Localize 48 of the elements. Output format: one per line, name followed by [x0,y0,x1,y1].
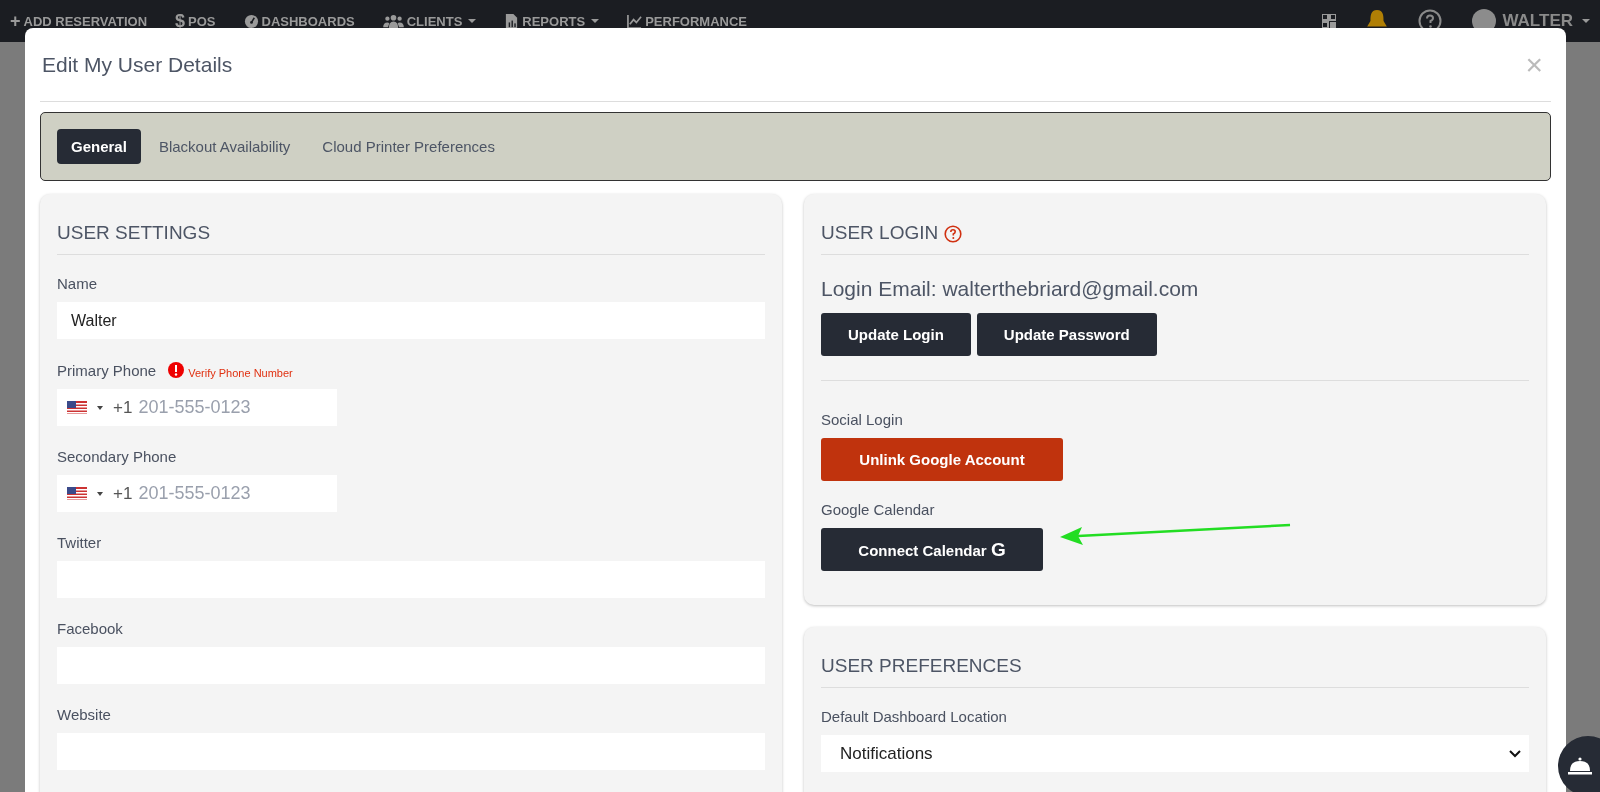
qr-code-icon[interactable] [1322,14,1337,28]
tab[interactable]: Cloud Printer Preferences [308,129,509,164]
section-heading: USER LOGIN [821,221,939,245]
field-label: Default Dashboard Location [821,708,1008,725]
us-flag-icon [67,487,87,500]
field-label: Secondary Phone [57,448,178,465]
line-chart-icon [627,13,643,29]
users-icon [382,13,404,29]
report-file-icon [504,13,520,29]
field-label: Twitter [57,534,103,551]
unlink-google-button[interactable]: Unlink Google Account [821,438,1063,481]
us-flag-icon [67,401,87,414]
field-label: Google Calendar [821,501,936,518]
section-heading: USER SETTINGS [57,216,765,255]
nav-link[interactable]: PERFORMANCE [627,13,747,29]
tab[interactable]: Blackout Availability [144,129,305,164]
phone-number-input[interactable]: 201-555-0123 [138,397,309,418]
login-email: Login Email: walterthebriard@gmail.com [821,277,1200,301]
nav-link[interactable]: DASHBOARDS [243,13,355,29]
dropdown-field[interactable]: Notifications [821,735,1529,772]
tab[interactable]: General [57,129,141,164]
phone-field[interactable]: +1 201-555-0123 [57,389,337,426]
verify-phone-link[interactable]: Verify Phone Number [188,361,293,379]
country-code: +1 [113,483,133,504]
field-label: Social Login [821,411,904,428]
section-heading: USER PREFERENCES [821,649,1529,688]
field-label: Name [57,275,98,292]
dialog-title: Edit My User Details [41,52,233,77]
dark-button[interactable]: Update Login [821,313,971,356]
field-label: Facebook [57,620,124,637]
phone-field[interactable]: +1 201-555-0123 [57,475,337,512]
connect-calendar-button[interactable]: Connect Calendar G [821,528,1043,571]
nav-link[interactable]: CLIENTS [382,13,477,29]
country-code: +1 [113,397,133,418]
chevron-down-icon [1509,749,1521,758]
nav-link[interactable]: + ADD RESERVATION [10,10,148,32]
caret-icon [97,491,103,496]
text-field[interactable]: Walter [57,302,765,339]
nav-link[interactable]: REPORTS [504,13,600,29]
caret-icon [97,405,103,410]
phone-number-input[interactable]: 201-555-0123 [138,483,309,504]
nav-link[interactable]: $ POS [175,10,216,32]
gauge-icon [243,13,259,29]
dark-button[interactable]: Update Password [976,313,1157,356]
field-label: Website [57,706,112,723]
service-bell-icon [1568,757,1592,775]
field-label: Primary Phone [57,361,157,379]
warning-icon [168,362,185,378]
